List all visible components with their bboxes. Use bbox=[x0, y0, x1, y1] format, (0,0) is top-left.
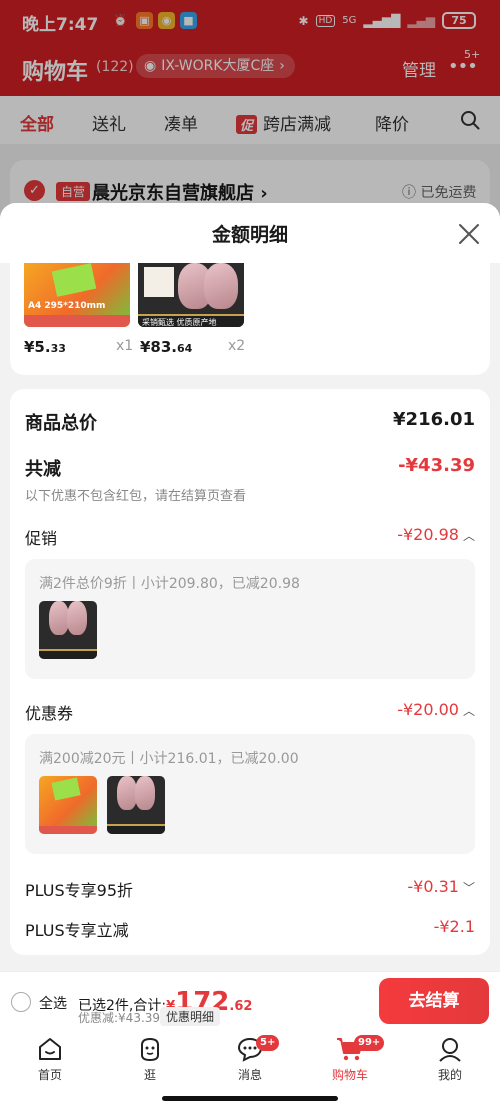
chevron-up-icon: ︿ bbox=[462, 704, 475, 718]
reduce-value: -¥43.39 bbox=[398, 455, 475, 476]
meat-piece bbox=[204, 263, 238, 309]
plus-direct-label: PLUS专享立减 bbox=[25, 921, 129, 940]
product-price: ¥83.64 bbox=[140, 338, 192, 356]
nav-label: 消息 bbox=[237, 1068, 262, 1082]
checkout-bar: 全选 已选2件,合计:¥172.62 优惠减:¥43.39 优惠明细 去结算 bbox=[0, 971, 500, 1029]
meat-strip bbox=[107, 824, 165, 834]
plus-discount-value: -¥0.31 bbox=[407, 877, 459, 896]
notebook-cover bbox=[51, 263, 97, 297]
savings-text: 优惠减:¥43.39 bbox=[78, 1011, 161, 1025]
modal-overlay[interactable] bbox=[0, 0, 500, 220]
notebook-size-label: A4 295*210mm bbox=[28, 301, 106, 311]
promo-toggle[interactable]: -¥20.98 ︿ bbox=[397, 525, 475, 544]
product-price-dec: 33 bbox=[50, 342, 66, 355]
meat-piece bbox=[135, 776, 155, 810]
promo-label: 促销 bbox=[25, 529, 58, 548]
product-quantity: x1 bbox=[116, 338, 134, 354]
meat-strip: 采销甄选 优质原产地 bbox=[138, 314, 244, 327]
plus-discount-toggle[interactable]: -¥0.31 ﹀ bbox=[407, 877, 475, 896]
nav-label: 我的 bbox=[437, 1068, 462, 1082]
nav-item-browse[interactable]: 逛 bbox=[110, 1035, 190, 1083]
promo-value: -¥20.98 bbox=[397, 525, 459, 544]
product-price: ¥5.33 bbox=[24, 338, 66, 356]
select-all-label[interactable]: 全选 bbox=[39, 993, 67, 1013]
product-price-int: ¥83. bbox=[140, 338, 178, 356]
total-decimal: .62 bbox=[229, 999, 253, 1014]
meat-piece bbox=[67, 601, 87, 635]
notebook-cover bbox=[51, 777, 81, 801]
nav-item-messages[interactable]: 消息 5+ bbox=[210, 1035, 290, 1083]
product-quantity: x2 bbox=[228, 338, 246, 354]
total-value: ¥216.01 bbox=[393, 409, 475, 430]
nav-item-home[interactable]: 首页 bbox=[10, 1035, 90, 1083]
cart-badge: 99+ bbox=[354, 1035, 385, 1051]
select-all-checkbox[interactable] bbox=[11, 992, 31, 1012]
nav-label: 首页 bbox=[37, 1068, 62, 1082]
home-indicator bbox=[162, 1096, 338, 1101]
meat-label-tag bbox=[144, 267, 174, 297]
reduce-note: 以下优惠不包含红包，请在结算页查看 bbox=[25, 489, 247, 504]
meat-piece bbox=[117, 776, 137, 810]
sheet-title: 金额明细 bbox=[211, 224, 288, 246]
coupon-value: -¥20.00 bbox=[397, 700, 459, 719]
checkout-button[interactable]: 去结算 bbox=[379, 978, 489, 1024]
nav-item-profile[interactable]: 我的 bbox=[410, 1035, 490, 1083]
coupon-toggle[interactable]: -¥20.00 ︿ bbox=[397, 700, 475, 719]
nav-label: 逛 bbox=[143, 1068, 156, 1082]
notebook-strip bbox=[39, 826, 97, 834]
nav-label: 购物车 bbox=[331, 1068, 368, 1082]
browse-icon bbox=[141, 1037, 159, 1062]
reduce-label: 共减 bbox=[25, 459, 61, 480]
messages-badge: 5+ bbox=[256, 1035, 280, 1051]
promo-detail-box: 满2件总价9折丨小计209.80，已减20.98 bbox=[25, 559, 475, 679]
notebook-strip bbox=[24, 315, 130, 327]
profile-icon bbox=[439, 1038, 461, 1062]
cart-page-background: 晚上7:47 ⏰ ▣ ◉ ■ ✱ HD 5G ▂▄▆█ ▂▄▆ 75 购物车 (… bbox=[0, 0, 500, 220]
price-breakdown-card: 商品总价 ¥216.01 共减 -¥43.39 以下优惠不包含红包，请在结算页查… bbox=[10, 389, 490, 955]
close-icon[interactable] bbox=[456, 221, 482, 247]
chevron-down-icon: ﹀ bbox=[462, 881, 475, 895]
promo-description: 满2件总价9折丨小计209.80，已减20.98 bbox=[39, 576, 300, 592]
product-thumbnail-notebook[interactable]: A4 295*210mm bbox=[24, 263, 130, 327]
sheet-header: 金额明细 bbox=[0, 203, 500, 263]
product-price-int: ¥5. bbox=[24, 338, 51, 356]
nav-item-cart[interactable]: 购物车 99+ bbox=[310, 1035, 390, 1083]
coupon-product-thumbnail-notebook[interactable] bbox=[39, 776, 97, 834]
products-card: A4 295*210mm 采销甄选 优质原产地 ¥5.33 x1 ¥83.64 … bbox=[10, 263, 490, 375]
coupon-description: 满200减20元丨小计216.01，已减20.00 bbox=[39, 751, 299, 767]
coupon-label: 优惠券 bbox=[25, 704, 74, 723]
amount-detail-sheet: 金额明细 A4 295*210mm 采销甄选 优质原产地 ¥5.33 x1 ¥8… bbox=[0, 203, 500, 971]
plus-direct-value: -¥2.1 bbox=[433, 917, 475, 936]
total-label: 商品总价 bbox=[25, 413, 97, 434]
meat-strip bbox=[39, 649, 97, 659]
meat-strip-text: 采销甄选 优质原产地 bbox=[142, 318, 217, 327]
product-price-dec: 64 bbox=[177, 342, 193, 355]
coupon-product-thumbnail-meat[interactable] bbox=[107, 776, 165, 834]
discount-detail-button[interactable]: 优惠明细 bbox=[160, 1007, 221, 1026]
promo-product-thumbnail[interactable] bbox=[39, 601, 97, 659]
home-icon bbox=[39, 1038, 61, 1060]
product-thumbnail-meat[interactable]: 采销甄选 优质原产地 bbox=[138, 263, 244, 327]
chevron-up-icon: ︿ bbox=[462, 529, 475, 543]
plus-discount-label: PLUS专享95折 bbox=[25, 881, 133, 900]
meat-piece bbox=[49, 601, 69, 635]
coupon-detail-box: 满200减20元丨小计216.01，已减20.00 bbox=[25, 734, 475, 854]
